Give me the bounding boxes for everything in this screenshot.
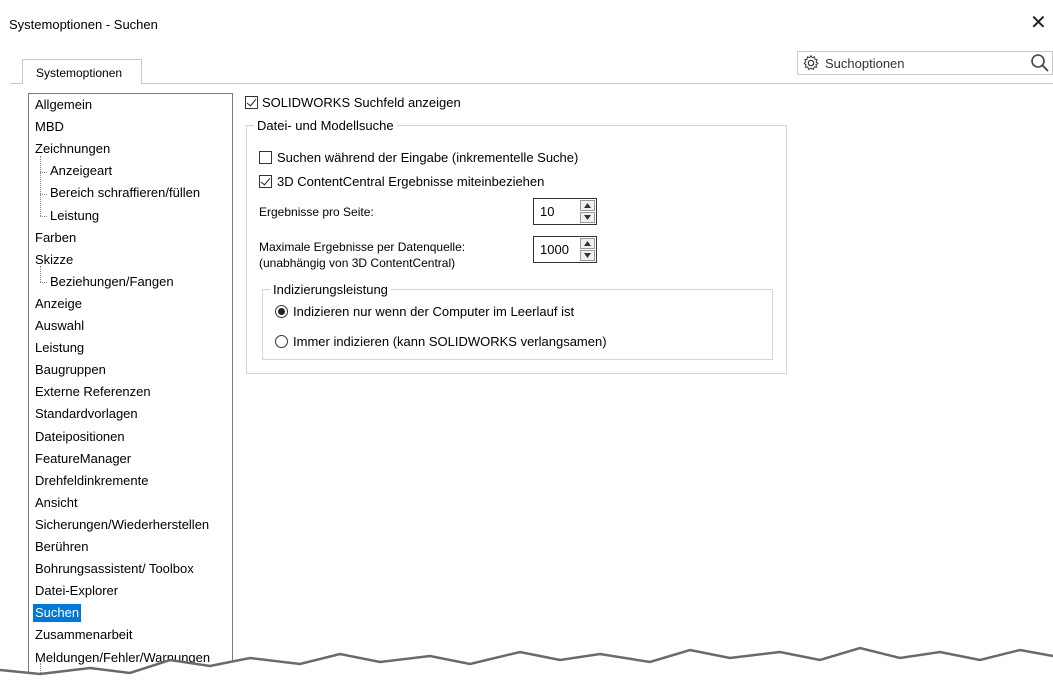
- show-search-field-checkbox[interactable]: [245, 96, 258, 109]
- chevron-down-icon: [584, 253, 591, 258]
- tree-item[interactable]: Externe Referenzen: [35, 383, 151, 401]
- tree-item[interactable]: Bereich schraffieren/füllen: [50, 184, 200, 202]
- tree-item[interactable]: Berühren: [35, 538, 88, 556]
- results-per-page-value: 10: [540, 204, 555, 219]
- indexing-group: [262, 289, 773, 360]
- chevron-up-icon: [584, 203, 591, 208]
- window-title: Systemoptionen - Suchen: [9, 17, 158, 32]
- tree-item[interactable]: Auswahl: [35, 317, 84, 335]
- include-3dcc-label: 3D ContentCentral Ergebnisse miteinbezie…: [277, 174, 545, 189]
- tree-item[interactable]: Zeichnungen: [35, 140, 110, 158]
- gear-icon: [803, 54, 819, 71]
- index-idle-label: Indizieren nur wenn der Computer im Leer…: [293, 304, 575, 319]
- index-idle-radio[interactable]: [275, 305, 288, 318]
- tree-item[interactable]: Drehfeldinkremente: [35, 472, 148, 490]
- tree-item[interactable]: Skizze: [35, 251, 73, 269]
- tree-item[interactable]: Leistung: [35, 339, 84, 357]
- incremental-search-checkbox[interactable]: [259, 151, 272, 164]
- tree-item[interactable]: Allgemein: [35, 96, 92, 114]
- tree-item[interactable]: Beziehungen/Fangen: [50, 273, 174, 291]
- tab-label: Systemoptionen: [36, 66, 123, 80]
- tree-connector: [40, 172, 47, 173]
- include-3dcc-checkbox[interactable]: [259, 175, 272, 188]
- index-always-radio[interactable]: [275, 335, 288, 348]
- incremental-search-label: Suchen während der Eingabe (inkrementell…: [277, 150, 579, 165]
- max-results-spinner[interactable]: 1000: [533, 236, 597, 263]
- chevron-down-icon: [584, 215, 591, 220]
- title-bar: Systemoptionen - Suchen ✕: [0, 0, 1053, 46]
- index-always-label: Immer indizieren (kann SOLIDWORKS verlan…: [293, 334, 607, 349]
- results-per-page-label: Ergebnisse pro Seite:: [259, 205, 374, 219]
- torn-edge-decoration: [0, 646, 1053, 682]
- search-options-input[interactable]: Suchoptionen: [797, 51, 1053, 75]
- spin-up-button[interactable]: [580, 200, 595, 211]
- tab-systemoptionen[interactable]: Systemoptionen: [22, 59, 142, 84]
- tree-connector: [40, 216, 47, 217]
- search-icon[interactable]: [1030, 53, 1050, 73]
- tree-item[interactable]: Standardvorlagen: [35, 405, 138, 423]
- max-results-value: 1000: [540, 242, 569, 257]
- spin-down-button[interactable]: [580, 250, 595, 261]
- tree-item[interactable]: Anzeigeart: [50, 162, 112, 180]
- close-icon[interactable]: ✕: [1030, 13, 1047, 33]
- indexing-title: Indizierungsleistung: [270, 282, 391, 297]
- tree-item[interactable]: Sicherungen/Wiederherstellen: [35, 516, 209, 534]
- tree-item[interactable]: FeatureManager: [35, 450, 131, 468]
- max-results-label-2: (unabhängig von 3D ContentCentral): [259, 256, 456, 270]
- chevron-up-icon: [584, 241, 591, 246]
- tree-connector: [40, 194, 47, 195]
- search-placeholder: Suchoptionen: [825, 56, 905, 71]
- tree-item[interactable]: Anzeige: [35, 295, 82, 313]
- tree-item[interactable]: Baugruppen: [35, 361, 106, 379]
- tree-item[interactable]: Leistung: [50, 207, 99, 225]
- spin-down-button[interactable]: [580, 212, 595, 223]
- options-tree[interactable]: Allgemein MBD Zeichnungen Anzeigeart Bereich…: [28, 93, 233, 682]
- results-per-page-spinner[interactable]: 10: [533, 198, 597, 225]
- spin-up-button[interactable]: [580, 238, 595, 249]
- tree-item[interactable]: Suchen: [33, 604, 82, 623]
- tree-item[interactable]: Datei-Explorer: [35, 582, 118, 600]
- file-model-search-title: Datei- und Modellsuche: [254, 118, 397, 133]
- tree-item[interactable]: Bohrungsassistent/ Toolbox: [35, 560, 194, 578]
- tree-item[interactable]: Ansicht: [35, 494, 78, 512]
- tree-item[interactable]: MBD: [35, 118, 64, 136]
- tree-connector: [40, 282, 47, 283]
- tree-item[interactable]: Farben: [35, 229, 76, 247]
- tab-strip-divider: [10, 83, 1053, 84]
- tree-connector: [40, 156, 41, 216]
- max-results-label-1: Maximale Ergebnisse per Datenquelle:: [259, 240, 466, 254]
- show-search-field-label: SOLIDWORKS Suchfeld anzeigen: [262, 95, 461, 110]
- tree-item[interactable]: Dateipositionen: [35, 428, 125, 446]
